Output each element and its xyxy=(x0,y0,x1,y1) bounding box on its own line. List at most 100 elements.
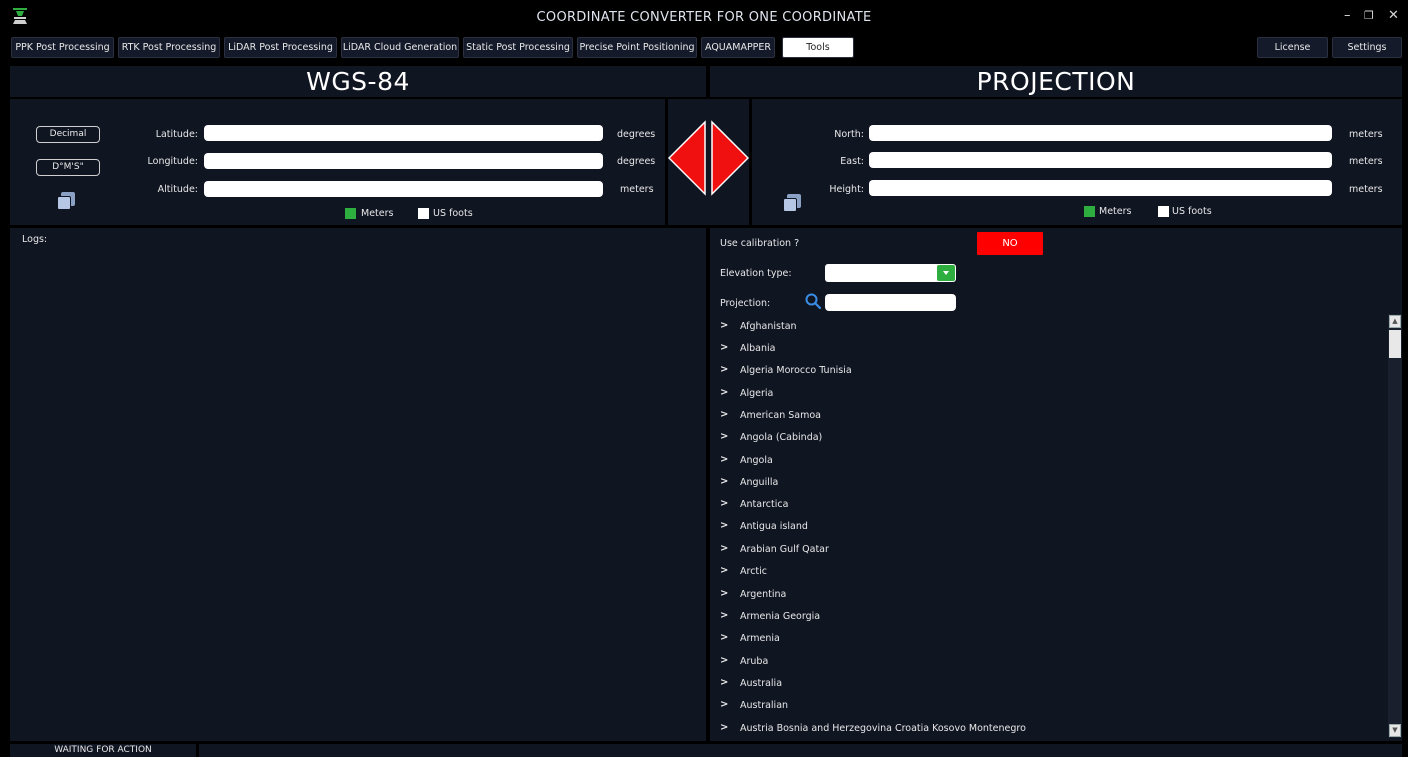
chevron-down-icon[interactable] xyxy=(937,265,955,281)
calibration-label: Use calibration ? xyxy=(720,238,800,249)
tab-rtk-post-processing[interactable]: RTK Post Processing xyxy=(118,37,220,58)
height-unit: meters xyxy=(1349,184,1383,195)
tab-license[interactable]: License xyxy=(1257,37,1328,58)
projection-search-input[interactable] xyxy=(825,294,956,311)
chevron-right-icon[interactable]: > xyxy=(720,431,728,442)
projection-meters-checkbox[interactable] xyxy=(1084,206,1095,217)
scroll-thumb[interactable] xyxy=(1389,330,1401,358)
projection-search-label: Projection: xyxy=(720,298,771,309)
tree-item[interactable]: > Australian xyxy=(708,695,1386,717)
chevron-right-icon[interactable]: > xyxy=(720,699,728,710)
wgs84-meters-checkbox[interactable] xyxy=(345,208,356,219)
tree-item[interactable]: > Albania xyxy=(708,338,1386,360)
height-label: Height: xyxy=(829,184,864,195)
longitude-unit: degrees xyxy=(617,156,656,167)
restore-icon[interactable]: ❐ xyxy=(1364,9,1374,22)
tree-item[interactable]: > Algeria xyxy=(708,383,1386,405)
scroll-down-icon[interactable]: ▼ xyxy=(1389,724,1401,737)
chevron-right-icon[interactable]: > xyxy=(720,610,728,621)
title-bar: COORDINATE CONVERTER FOR ONE COORDINATE … xyxy=(0,0,1408,34)
chevron-right-icon[interactable]: > xyxy=(720,476,728,487)
tab-lidar-cloud-generation[interactable]: LiDAR Cloud Generation xyxy=(341,37,459,58)
elevation-type-select[interactable] xyxy=(825,264,956,282)
east-unit: meters xyxy=(1349,156,1383,167)
tree-item[interactable]: > Anguilla xyxy=(708,472,1386,494)
latitude-unit: degrees xyxy=(617,129,656,140)
calibration-toggle-button[interactable]: NO xyxy=(977,232,1043,255)
search-icon[interactable] xyxy=(805,293,821,309)
altitude-unit: meters xyxy=(620,184,654,195)
status-text: WAITING FOR ACTION xyxy=(10,744,196,757)
chevron-right-icon[interactable]: > xyxy=(720,588,728,599)
tree-item[interactable]: > Angola xyxy=(708,450,1386,472)
tab-static-post-processing[interactable]: Static Post Processing xyxy=(463,37,573,58)
east-field[interactable] xyxy=(869,152,1332,168)
close-icon[interactable]: ✕ xyxy=(1388,8,1399,23)
scroll-up-icon[interactable]: ▲ xyxy=(1389,315,1401,328)
tab-lidar-post-processing[interactable]: LiDAR Post Processing xyxy=(224,37,337,58)
decimal-button[interactable]: Decimal xyxy=(36,126,100,143)
tree-item[interactable]: > Antarctica xyxy=(708,494,1386,516)
chevron-right-icon[interactable]: > xyxy=(720,565,728,576)
north-unit: meters xyxy=(1349,129,1383,140)
chevron-right-icon[interactable]: > xyxy=(720,632,728,643)
tab-aquamapper[interactable]: AQUAMAPPER xyxy=(701,37,775,58)
chevron-right-icon[interactable]: > xyxy=(720,364,728,375)
tab-tools[interactable]: Tools xyxy=(782,37,854,58)
tree-item[interactable]: > Australia xyxy=(708,673,1386,695)
tree-item[interactable]: > Armenia xyxy=(708,628,1386,650)
chevron-right-icon[interactable]: > xyxy=(720,342,728,353)
tree-item[interactable]: > Austria Bosnia and Herzegovina Croatia … xyxy=(708,718,1386,740)
chevron-right-icon[interactable]: > xyxy=(720,543,728,554)
wgs84-heading: WGS-84 xyxy=(10,66,706,97)
convert-right-arrow xyxy=(711,120,749,196)
convert-arrows-icon[interactable] xyxy=(668,120,749,196)
tab-settings[interactable]: Settings xyxy=(1332,37,1402,58)
projection-usfoots-checkbox[interactable] xyxy=(1158,206,1169,217)
tree-item[interactable]: > Afghanistan xyxy=(708,316,1386,338)
tree-item[interactable]: > American Samoa xyxy=(708,405,1386,427)
dms-button[interactable]: D°M'S" xyxy=(36,159,100,176)
chevron-right-icon[interactable]: > xyxy=(720,520,728,531)
wgs84-usfoots-label: US foots xyxy=(433,208,473,219)
logs-panel: Logs: xyxy=(10,228,706,741)
chevron-right-icon[interactable]: > xyxy=(720,387,728,398)
copy-projection-icon[interactable] xyxy=(783,194,801,212)
projection-tree-list: > Afghanistan > Albania > Algeria Morocco T… xyxy=(708,316,1386,740)
chevron-right-icon[interactable]: > xyxy=(720,722,728,733)
chevron-right-icon[interactable]: > xyxy=(720,677,728,688)
height-field[interactable] xyxy=(869,180,1332,196)
chevron-right-icon[interactable]: > xyxy=(720,320,728,331)
latitude-label: Latitude: xyxy=(155,129,198,140)
north-field[interactable] xyxy=(869,125,1332,141)
tree-item[interactable]: > Angola (Cabinda) xyxy=(708,427,1386,449)
altitude-field[interactable] xyxy=(204,181,603,197)
minimize-icon[interactable]: – xyxy=(1344,8,1351,23)
wgs84-usfoots-checkbox[interactable] xyxy=(418,208,429,219)
longitude-field[interactable] xyxy=(204,153,603,169)
window-title: COORDINATE CONVERTER FOR ONE COORDINATE xyxy=(536,10,872,25)
projection-list-scrollbar[interactable]: ▲ ▼ xyxy=(1388,314,1402,738)
copy-wgs84-icon[interactable] xyxy=(57,192,75,210)
tab-precise-point-positioning[interactable]: Precise Point Positioning xyxy=(577,37,697,58)
tree-item[interactable]: > Algeria Morocco Tunisia xyxy=(708,360,1386,382)
tree-item[interactable]: > Antigua island xyxy=(708,516,1386,538)
wgs84-meters-label: Meters xyxy=(361,208,394,219)
projection-usfoots-label: US foots xyxy=(1172,206,1212,217)
tab-ppk-post-processing[interactable]: PPK Post Processing xyxy=(11,37,114,58)
chevron-right-icon[interactable]: > xyxy=(720,409,728,420)
latitude-field[interactable] xyxy=(204,125,603,141)
tree-item[interactable]: > Aruba xyxy=(708,651,1386,673)
tree-item[interactable]: > Arabian Gulf Qatar xyxy=(708,539,1386,561)
status-bar-secondary xyxy=(199,744,1402,757)
convert-left-arrow xyxy=(668,120,706,196)
chevron-right-icon[interactable]: > xyxy=(720,655,728,666)
projection-meters-label: Meters xyxy=(1099,206,1132,217)
tree-item[interactable]: > Armenia Georgia xyxy=(708,606,1386,628)
tree-item[interactable]: > Argentina xyxy=(708,584,1386,606)
status-bar: WAITING FOR ACTION xyxy=(10,744,1402,757)
tree-item[interactable]: > Arctic xyxy=(708,561,1386,583)
chevron-right-icon[interactable]: > xyxy=(720,454,728,465)
logs-label: Logs: xyxy=(22,234,48,245)
chevron-right-icon[interactable]: > xyxy=(720,498,728,509)
